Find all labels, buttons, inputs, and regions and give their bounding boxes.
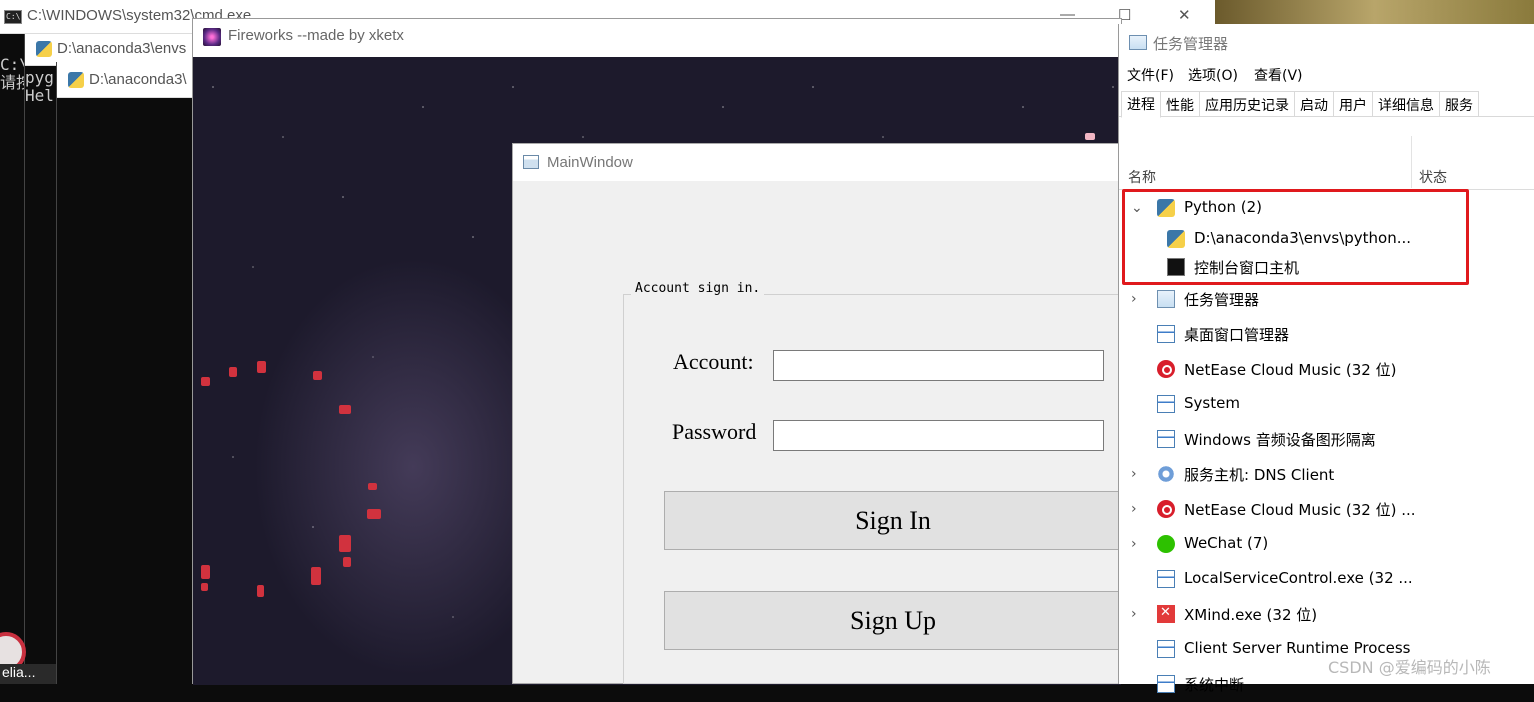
account-label: Account:	[673, 349, 754, 374]
cmd-icon	[4, 10, 22, 24]
anaconda-titlebar-2[interactable]: D:\anaconda3\	[57, 62, 194, 98]
sign-in-group-title: Account sign in.	[631, 281, 765, 296]
process-name: 桌面窗口管理器	[1184, 326, 1290, 344]
chevron-right-icon[interactable]: ›	[1131, 466, 1137, 482]
process-row[interactable]: System	[1119, 387, 1534, 422]
app-window-icon	[1157, 395, 1175, 413]
process-name: 服务主机: DNS Client	[1184, 466, 1335, 484]
process-name: LocalServiceControl.exe (32 ...	[1184, 569, 1413, 587]
fireworks-title: Fireworks --made by xketx	[228, 27, 404, 44]
tab-app-history[interactable]: 应用历史记录	[1200, 91, 1295, 117]
firework-spark	[201, 377, 210, 386]
process-row[interactable]: NetEase Cloud Music (32 位)	[1119, 352, 1534, 387]
task-manager-icon	[1129, 35, 1147, 50]
process-name: NetEase Cloud Music (32 位)	[1184, 361, 1397, 379]
app-window-icon	[1157, 640, 1175, 658]
firework-spark	[343, 557, 351, 567]
anaconda-title-2: D:\anaconda3\	[89, 71, 187, 88]
window-icon	[523, 155, 539, 169]
firework-spark	[257, 361, 266, 373]
process-name: Windows 音频设备图形隔离	[1184, 431, 1376, 449]
app-window-icon	[1157, 570, 1175, 588]
tab-performance[interactable]: 性能	[1161, 91, 1200, 117]
column-divider[interactable]	[1411, 136, 1412, 188]
process-row[interactable]: › WeChat (7)	[1119, 527, 1534, 562]
wechat-icon	[1157, 535, 1175, 553]
process-name: System	[1184, 394, 1240, 412]
sign-up-button[interactable]: Sign Up	[664, 591, 1122, 650]
firework-spark	[339, 405, 351, 414]
chevron-right-icon[interactable]: ›	[1131, 291, 1137, 307]
python-icon	[68, 72, 84, 88]
firework-spark	[368, 483, 377, 490]
menu-view[interactable]: 查看(V)	[1254, 65, 1303, 85]
fireworks-icon	[203, 28, 221, 46]
chevron-right-icon[interactable]: ›	[1131, 536, 1137, 552]
process-row[interactable]: LocalServiceControl.exe (32 ...	[1119, 562, 1534, 597]
sign-in-button[interactable]: Sign In	[664, 491, 1122, 550]
firework-spark	[339, 535, 351, 552]
process-row[interactable]: › 任务管理器	[1119, 282, 1534, 317]
tab-bar: 进程 性能 应用历史记录 启动 用户 详细信息 服务	[1121, 91, 1479, 118]
tab-users[interactable]: 用户	[1334, 91, 1373, 117]
gear-icon	[1157, 465, 1175, 483]
firework-spark	[229, 367, 237, 377]
taskbar-label[interactable]: elia...	[0, 664, 56, 684]
process-row[interactable]: › 服务主机: DNS Client	[1119, 457, 1534, 492]
process-row[interactable]: › XMind.exe (32 位)	[1119, 597, 1534, 632]
task-manager-title: 任务管理器	[1153, 35, 1229, 53]
firework-spark	[201, 583, 208, 591]
tab-services[interactable]: 服务	[1440, 91, 1479, 117]
main-window-titlebar[interactable]: MainWindow	[513, 144, 1121, 181]
main-window[interactable]: MainWindow Account sign in. Account: Pas…	[512, 143, 1143, 684]
chevron-right-icon[interactable]: ›	[1131, 501, 1137, 517]
netease-icon	[1157, 500, 1175, 518]
main-window-title: MainWindow	[547, 154, 633, 171]
fireworks-titlebar[interactable]: Fireworks --made by xketx	[193, 19, 1121, 57]
anaconda-line: pyg	[25, 68, 54, 87]
app-window-icon	[1157, 430, 1175, 448]
tab-startup[interactable]: 启动	[1295, 91, 1334, 117]
task-manager-window[interactable]: 任务管理器 文件(F) 选项(O) 查看(V) 进程 性能 应用历史记录 启动 …	[1118, 24, 1534, 694]
process-name: 任务管理器	[1184, 291, 1260, 309]
menu-options[interactable]: 选项(O)	[1188, 65, 1238, 85]
process-name: WeChat (7)	[1184, 534, 1269, 552]
firework-spark	[367, 509, 381, 519]
highlight-box	[1122, 189, 1469, 285]
netease-icon	[1157, 360, 1175, 378]
firework-spark	[1085, 133, 1095, 140]
account-input[interactable]	[773, 350, 1104, 381]
process-row[interactable]: › NetEase Cloud Music (32 位) ...	[1119, 492, 1534, 527]
menu-file[interactable]: 文件(F)	[1127, 65, 1174, 85]
anaconda-title-1: D:\anaconda3\envs	[57, 40, 187, 57]
chevron-right-icon[interactable]: ›	[1131, 606, 1137, 622]
column-header-status[interactable]: 状态	[1419, 167, 1447, 187]
process-row[interactable]: 桌面窗口管理器	[1119, 317, 1534, 352]
python-icon	[36, 41, 52, 57]
task-manager-icon	[1157, 290, 1175, 308]
app-window-icon	[1157, 675, 1175, 693]
firework-spark	[257, 585, 264, 597]
close-button[interactable]: ✕	[1178, 6, 1191, 24]
firework-spark	[201, 565, 210, 579]
xmind-icon	[1157, 605, 1175, 623]
password-label: Password	[672, 419, 757, 444]
watermark: CSDN @爱编码的小陈	[1328, 658, 1491, 677]
tab-processes[interactable]: 进程	[1121, 91, 1161, 118]
anaconda-window-2[interactable]: D:\anaconda3\	[56, 62, 194, 684]
process-name: XMind.exe (32 位)	[1184, 606, 1318, 624]
app-window-icon	[1157, 325, 1175, 343]
password-input[interactable]	[773, 420, 1104, 451]
process-name: 系统中断	[1184, 676, 1245, 694]
process-name: NetEase Cloud Music (32 位) ...	[1184, 501, 1416, 519]
firework-spark	[311, 567, 321, 585]
task-manager-titlebar[interactable]: 任务管理器	[1119, 24, 1534, 62]
column-header-name[interactable]: 名称	[1128, 167, 1156, 187]
firework-spark	[313, 371, 322, 380]
anaconda-output-1: pyg Hel	[25, 69, 54, 105]
desktop-background	[1215, 0, 1534, 24]
anaconda-line: Hel	[25, 86, 54, 105]
process-row[interactable]: Windows 音频设备图形隔离	[1119, 422, 1534, 457]
tab-details[interactable]: 详细信息	[1373, 91, 1440, 117]
